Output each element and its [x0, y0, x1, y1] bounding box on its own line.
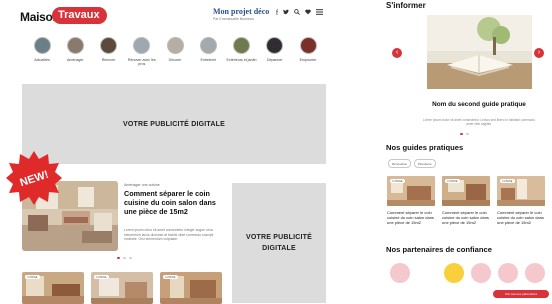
category-item[interactable]: Emprunter: [293, 37, 323, 66]
twitter-icon[interactable]: [282, 9, 289, 17]
category-item[interactable]: Rénover: [94, 37, 124, 66]
carousel-dot[interactable]: [466, 133, 469, 135]
category-label: Emprunter: [299, 58, 317, 62]
chevron-left-icon: ‹: [395, 49, 399, 56]
ad-banner-large[interactable]: VOTRE PUBLICITÉ DIGITALE: [22, 84, 326, 164]
category-image: [166, 37, 184, 54]
category-item[interactable]: Aménager: [60, 37, 90, 66]
next-button[interactable]: ›: [534, 48, 544, 58]
guide-card-tag: CUISINE: [500, 179, 515, 183]
article-card[interactable]: CUISINE: [22, 272, 84, 304]
article-card-tag: CUISINE: [25, 275, 40, 279]
guide-card-title[interactable]: Comment séparer le coin cuisine du coin …: [497, 210, 545, 225]
category-item[interactable]: Dépanner: [260, 37, 290, 66]
category-label: Aménager: [66, 58, 84, 62]
social-bar: f: [276, 9, 323, 17]
all-partners-button[interactable]: Voir tous les partenaires: [493, 290, 549, 298]
carousel-dot[interactable]: [129, 257, 132, 259]
chevron-right-icon: ›: [537, 49, 541, 56]
featured-article-title[interactable]: Comment séparer le coin cuisine du coin …: [124, 189, 220, 216]
partners-section-title: Nos partenaires de confiance: [386, 245, 492, 254]
category-item[interactable]: Rénover avec les pros: [127, 37, 157, 66]
category-label: Dépanner: [266, 58, 283, 62]
project-title[interactable]: Mon projet déco: [213, 7, 269, 16]
category-image: [266, 37, 284, 54]
facebook-icon[interactable]: f: [276, 10, 278, 17]
category-image: [100, 37, 117, 54]
carousel-dot[interactable]: [117, 257, 120, 259]
ad-banner-small[interactable]: VOTRE PUBLICITÉ DIGITALE: [232, 183, 326, 303]
category-image: [299, 37, 317, 54]
category-nav: Actualités Aménager Rénover Rénover avec le…: [27, 37, 323, 66]
guide-card-tag: CUISINE: [445, 179, 460, 183]
guide-card-tag: CUISINE: [390, 179, 405, 183]
new-badge: NEW!: [6, 150, 62, 206]
guide-card[interactable]: CUISINE Comment séparer le coin cuisine …: [497, 176, 545, 225]
category-item[interactable]: Entretenir: [193, 37, 223, 66]
category-label: Rénover avec les pros: [127, 58, 156, 67]
partner-logo[interactable]: [471, 263, 491, 283]
category-item[interactable]: Extérieurs et jardin: [227, 37, 257, 66]
category-item[interactable]: Actualités: [27, 37, 57, 66]
category-image: [233, 37, 250, 54]
search-icon[interactable]: [294, 9, 300, 17]
partner-logo[interactable]: [498, 263, 518, 283]
guide-card[interactable]: CUISINE Comment séparer le coin cuisine …: [442, 176, 490, 225]
category-image: [33, 37, 51, 54]
featured-carousel-dots[interactable]: [117, 257, 132, 259]
category-item[interactable]: Décorer: [160, 37, 190, 66]
category-label: Décorer: [168, 58, 182, 62]
sidebar-title: S'informer: [386, 1, 426, 10]
article-card-tag: CUISINE: [94, 275, 109, 279]
guide-card-title[interactable]: Comment séparer le coin cuisine du coin …: [442, 210, 490, 225]
guide-card-image: CUISINE: [442, 176, 490, 206]
category-label: Rénover: [101, 58, 116, 62]
carousel-dot[interactable]: [460, 133, 463, 135]
partner-logo[interactable]: [390, 263, 410, 283]
category-image: [133, 37, 151, 54]
guides-section-title: Nos guides pratiques: [386, 143, 464, 152]
partner-logo[interactable]: [444, 263, 464, 283]
guide-image[interactable]: [427, 15, 532, 89]
featured-article-description: Lorem ipsum dolor sit amet consectetur i…: [124, 228, 214, 242]
article-card-tag: CUISINE: [163, 275, 178, 279]
category-image: [199, 37, 217, 54]
prev-button[interactable]: ‹: [392, 48, 402, 58]
category-label: Actualités: [34, 58, 50, 62]
guide-card[interactable]: CUISINE Comment séparer le coin cuisine …: [387, 176, 435, 225]
category-image: [66, 37, 84, 54]
filter-pill[interactable]: Rénovation: [388, 159, 412, 168]
guide-card-title[interactable]: Comment séparer le coin cuisine du coin …: [387, 210, 435, 225]
heart-icon[interactable]: [305, 9, 311, 17]
guide-card-image: CUISINE: [497, 176, 545, 206]
ad-banner-label: VOTRE PUBLICITÉ DIGITALE: [123, 120, 225, 128]
logo-travaux[interactable]: Travaux: [52, 7, 107, 24]
project-subtitle: Par Emmanuelle Bonneau: [213, 17, 254, 21]
category-label: Entretenir: [200, 58, 217, 62]
carousel-dot[interactable]: [123, 257, 126, 259]
article-card[interactable]: CUISINE: [160, 272, 222, 304]
ad-banner-small-label: VOTRE PUBLICITÉ DIGITALE: [245, 234, 312, 252]
filter-pill[interactable]: Plomberie: [414, 159, 436, 168]
guide-description: Lorem ipsum dolor sit amet consectetur. …: [423, 118, 535, 127]
guide-carousel-dots[interactable]: [460, 133, 469, 135]
guide-card-image: CUISINE: [387, 176, 435, 206]
article-card[interactable]: CUISINE: [91, 272, 153, 304]
category-label: Extérieurs et jardin: [226, 58, 257, 62]
guide-title[interactable]: Nom du second guide pratique: [409, 101, 549, 109]
menu-icon[interactable]: [315, 9, 323, 17]
featured-article-category[interactable]: Aménager une cuisine: [124, 183, 160, 187]
partner-logo[interactable]: [525, 263, 545, 283]
